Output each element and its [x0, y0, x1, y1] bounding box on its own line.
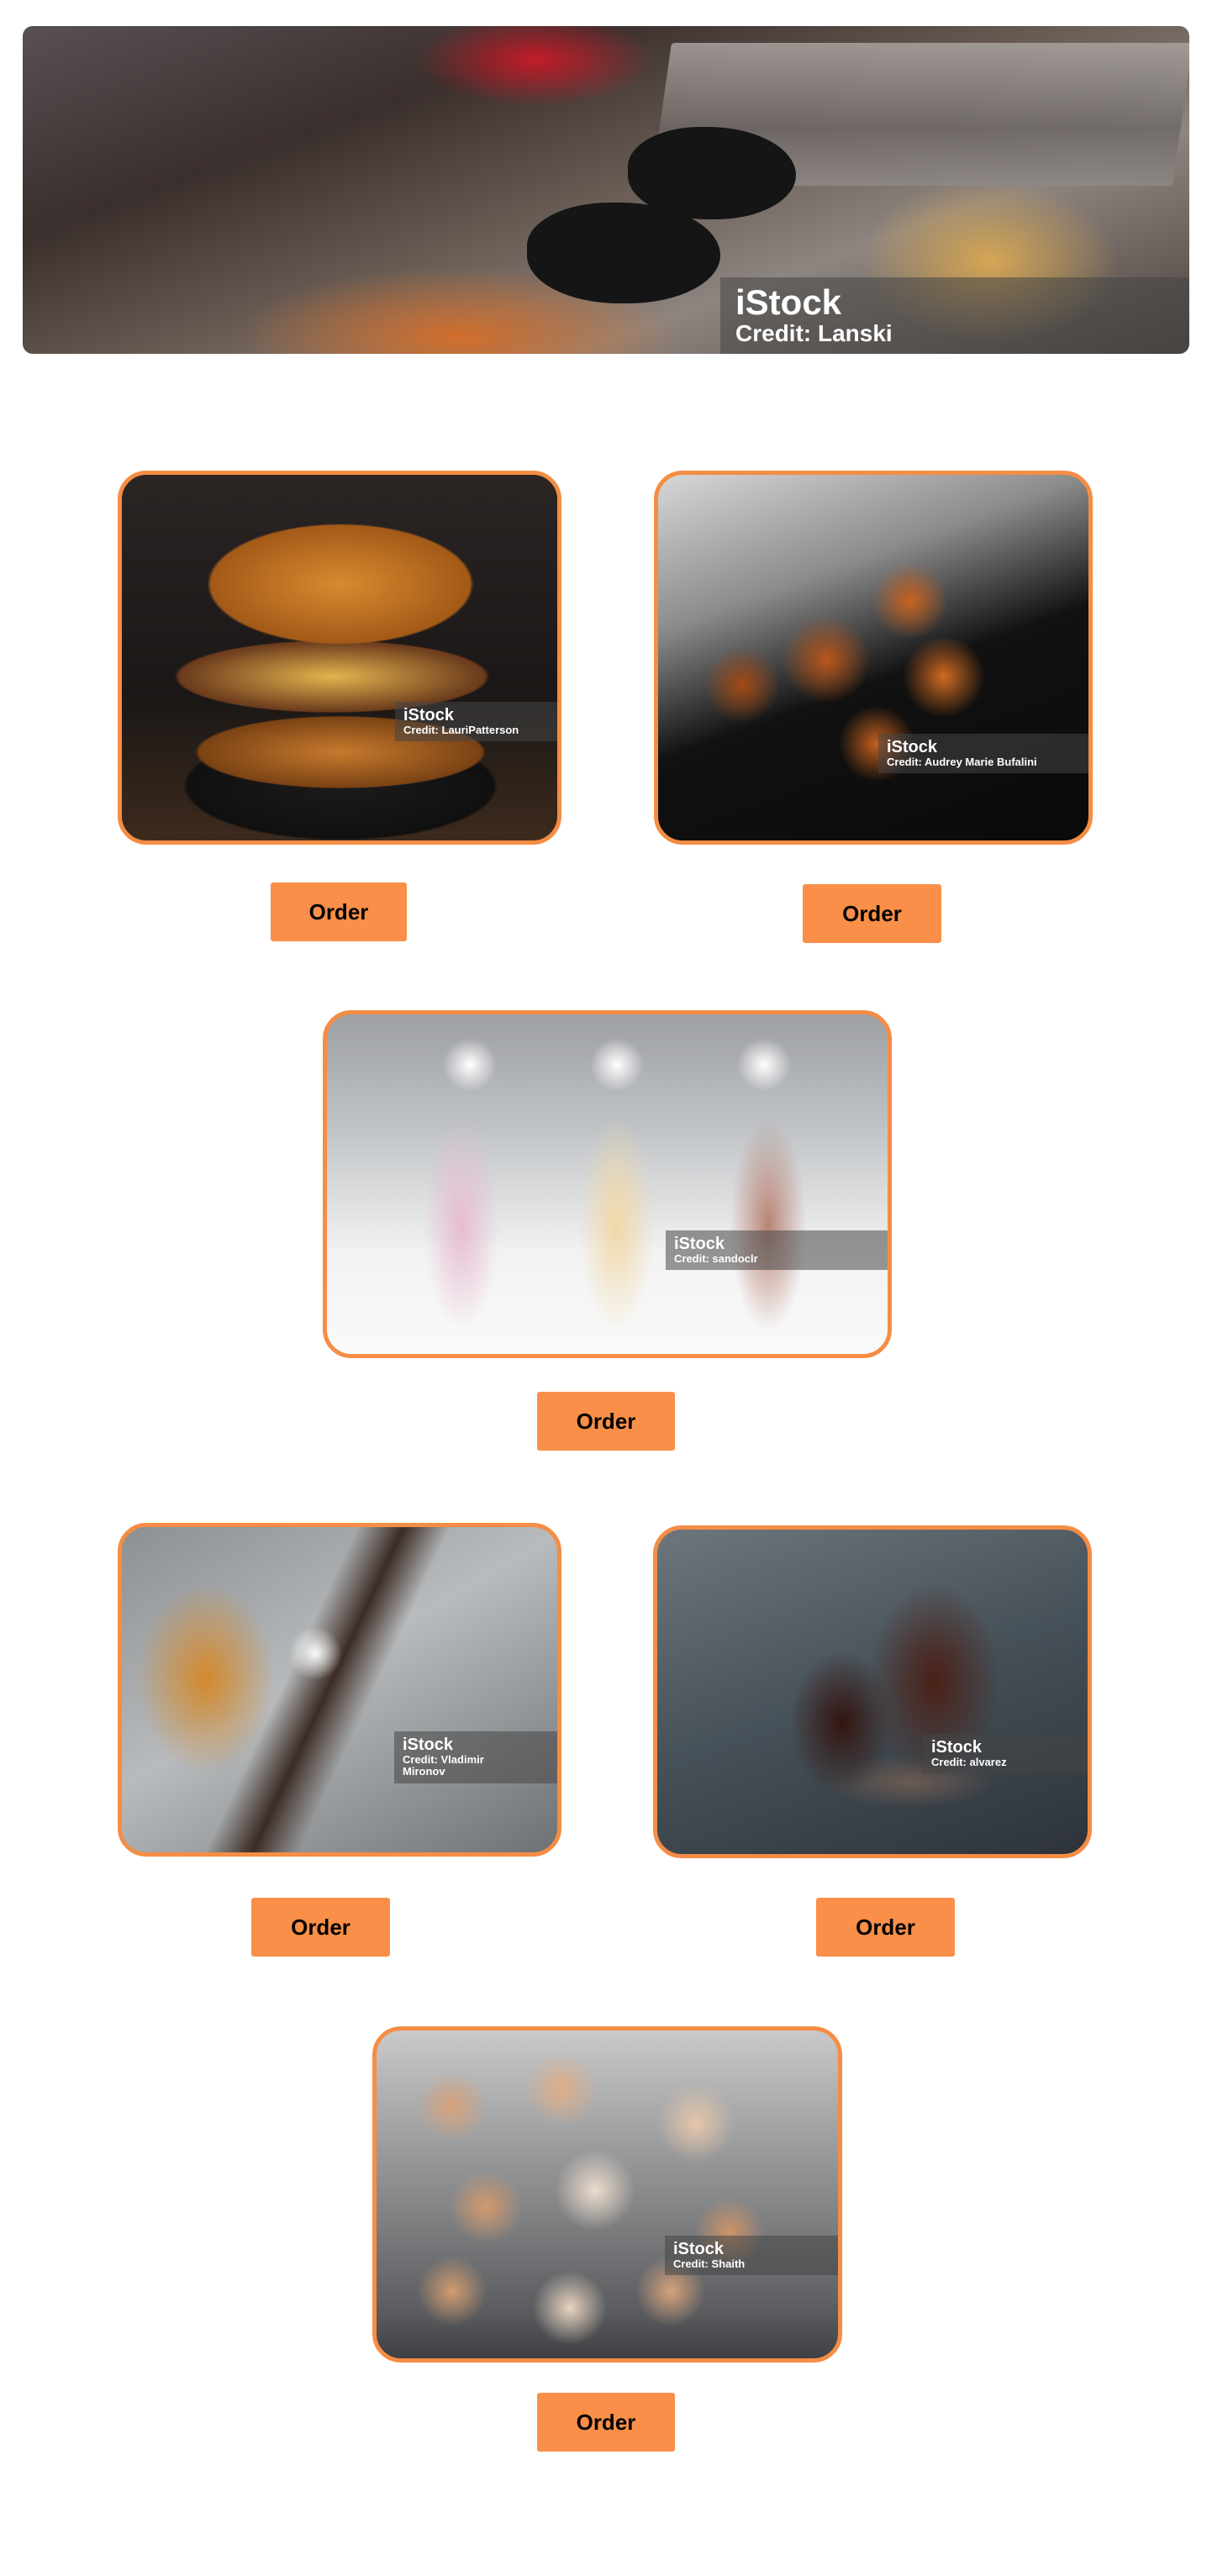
credit-brand: iStock	[735, 282, 842, 323]
credit-text: Credit: alvarez	[931, 1756, 1007, 1768]
menu-card-milkshakes[interactable]: iStock Credit: sandoclr	[323, 1010, 892, 1358]
credit-brand: iStock	[403, 706, 455, 724]
credit-text: Credit: Audrey Marie Bufalini	[887, 756, 1037, 768]
menu-card-burger[interactable]: iStock Credit: LauriPatterson	[118, 471, 561, 845]
credit-text: Credit: Shaith	[673, 2257, 746, 2270]
order-button-burger[interactable]: Order	[271, 882, 407, 941]
menu-card-pretzels[interactable]: iStock Credit: Audrey Marie Bufalini	[654, 471, 1093, 845]
gloved-hand	[628, 127, 796, 219]
credit-text: Credit: Lanski	[735, 320, 893, 347]
hero-banner: iStock Credit: Lanski	[23, 26, 1189, 354]
image-credit: iStock Credit: Lanski	[720, 277, 1189, 354]
credit-brand: iStock	[403, 1736, 454, 1754]
menu-card-brownies[interactable]: iStock Credit: alvarez	[653, 1525, 1092, 1858]
order-button-brownies[interactable]: Order	[816, 1898, 955, 1957]
image-credit: iStock Credit: Shaith	[665, 2236, 838, 2276]
order-button-milkshakes[interactable]: Order	[537, 1392, 675, 1451]
credit-brand: iStock	[931, 1738, 983, 1757]
image-credit: iStock Credit: Audrey Marie Bufalini	[878, 734, 1088, 774]
credit-brand: iStock	[674, 1235, 725, 1253]
order-button-donuts[interactable]: Order	[537, 2393, 675, 2452]
menu-card-churros[interactable]: iStock Credit: Vladimir Mironov	[118, 1523, 561, 1857]
menu-card-donuts[interactable]: iStock Credit: Shaith	[372, 2026, 842, 2363]
credit-brand: iStock	[673, 2240, 725, 2258]
credit-text: Credit: LauriPatterson	[403, 724, 519, 736]
image-credit: iStock Credit: Vladimir Mironov	[394, 1731, 557, 1783]
image-credit: iStock Credit: LauriPatterson	[395, 702, 557, 742]
order-button-churros[interactable]: Order	[251, 1898, 390, 1957]
credit-brand: iStock	[887, 738, 938, 756]
credit-text: Credit: sandoclr	[674, 1252, 758, 1265]
credit-text: Credit: Vladimir Mironov	[403, 1753, 484, 1778]
image-credit: iStock Credit: sandoclr	[666, 1230, 888, 1271]
image-credit: iStock Credit: alvarez	[923, 1734, 1088, 1774]
order-button-pretzels[interactable]: Order	[803, 884, 941, 943]
